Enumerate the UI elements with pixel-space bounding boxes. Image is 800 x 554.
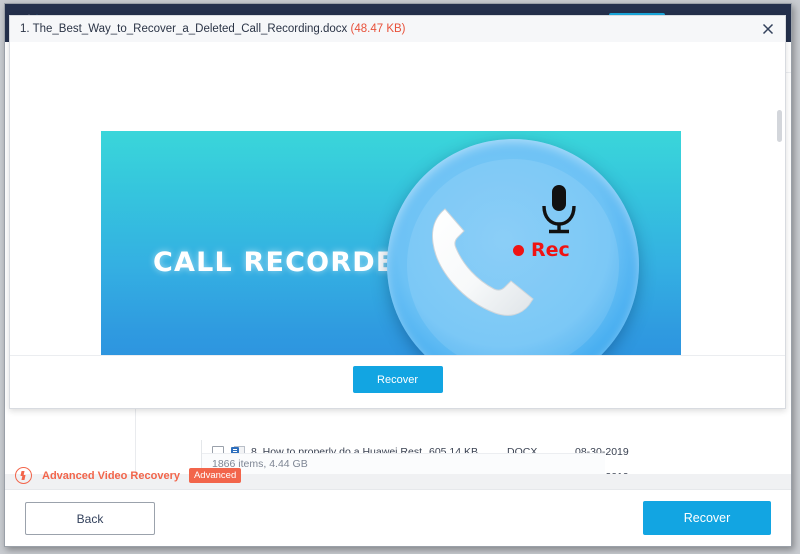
preview-image-title: CALL RECORDER: [153, 247, 418, 278]
recover-button[interactable]: Recover: [643, 501, 771, 535]
microphone-icon: [542, 185, 576, 234]
preview-image: CALL RECORDER Rec: [101, 131, 681, 356]
modal-file-size: (48.47 KB): [350, 23, 406, 35]
rec-indicator: Rec: [513, 239, 570, 261]
modal-scrollbar-thumb[interactable]: [777, 110, 782, 142]
rec-dot-icon: [513, 244, 524, 256]
advanced-recovery-icon: [15, 467, 32, 484]
advanced-badge: Advanced: [188, 468, 242, 483]
modal-body: CALL RECORDER Rec: [10, 42, 785, 356]
item-count-status: 1866 items, 4.44 GB: [202, 453, 605, 474]
call-recorder-badge: Rec: [387, 139, 639, 356]
application-window: recoverit Account: [4, 3, 792, 547]
modal-header: 1. The_Best_Way_to_Recover_a_Deleted_Cal…: [10, 16, 785, 43]
modal-recover-button[interactable]: Recover: [352, 366, 443, 393]
modal-close-icon[interactable]: [759, 20, 777, 38]
modal-title: 1. The_Best_Way_to_Recover_a_Deleted_Cal…: [20, 23, 406, 35]
back-button[interactable]: Back: [25, 502, 155, 535]
phone-handset-icon: [432, 208, 534, 316]
modal-scrollbar[interactable]: [777, 44, 782, 354]
advanced-video-recovery-link[interactable]: Advanced Video Recovery Advanced: [15, 467, 242, 484]
file-preview-modal: 1. The_Best_Way_to_Recover_a_Deleted_Cal…: [9, 15, 786, 409]
modal-footer: Recover: [10, 355, 785, 408]
advanced-link-label: Advanced Video Recovery: [42, 469, 180, 482]
footer-bar: Back Recover: [5, 489, 791, 546]
modal-file-name: 1. The_Best_Way_to_Recover_a_Deleted_Cal…: [20, 23, 348, 35]
file-list-panel[interactable]: 8. How to properly do a Huawei Rest... 6…: [201, 440, 629, 490]
rec-label: Rec: [531, 239, 570, 261]
